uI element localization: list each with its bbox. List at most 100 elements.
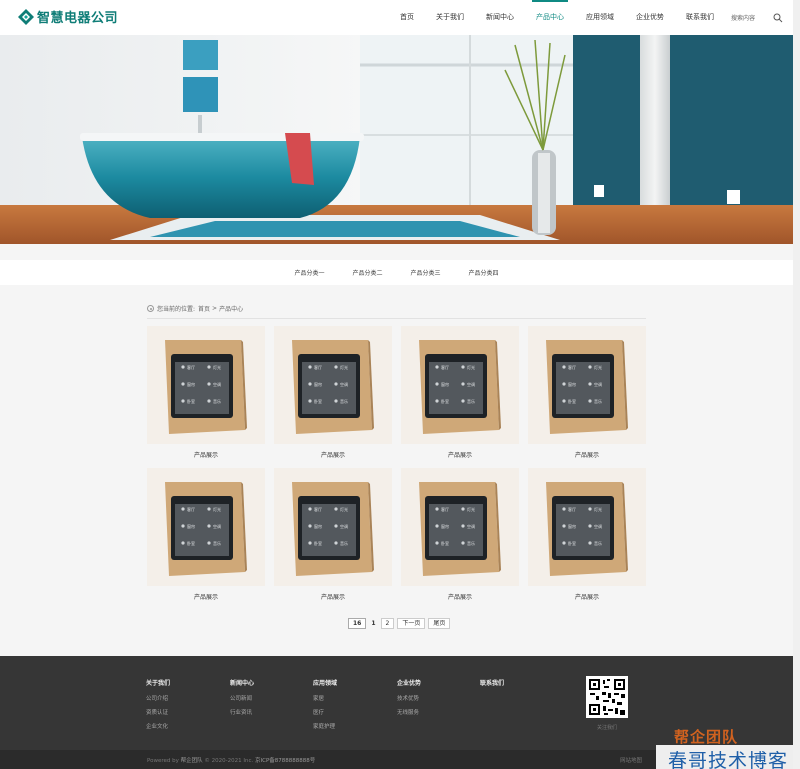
product-caption[interactable]: 产品展示	[147, 592, 265, 601]
product-image[interactable]: 客厅 灯光 窗帘 空调 卧室 音乐	[274, 468, 392, 586]
product-image[interactable]: 客厅 灯光 窗帘 空调 卧室 音乐	[401, 326, 519, 444]
product-caption[interactable]: 产品展示	[274, 592, 392, 601]
product-image[interactable]: 客厅 灯光 窗帘 空调 卧室 音乐	[147, 326, 265, 444]
search-input[interactable]: 搜索内容	[731, 13, 755, 22]
product-image[interactable]: 客厅 灯光 窗帘 空调 卧室 音乐	[147, 468, 265, 586]
svg-text:窗帘: 窗帘	[568, 523, 576, 529]
logo-mark-icon	[18, 8, 34, 25]
breadcrumb-current[interactable]: 产品中心	[219, 304, 243, 313]
nav-advantages[interactable]: 企业优势	[636, 0, 664, 35]
product-caption[interactable]: 产品展示	[401, 450, 519, 459]
footer-link[interactable]: 公司介绍	[146, 694, 170, 702]
pager-page-2[interactable]: 2	[380, 618, 395, 629]
copyright-text: © 2020-2021 Inc.	[204, 758, 254, 764]
hero-banner	[0, 35, 793, 244]
svg-text:卧室: 卧室	[441, 398, 449, 404]
product-card[interactable]: 客厅 灯光 窗帘 空调 卧室 音乐产品展示	[147, 326, 265, 459]
product-caption[interactable]: 产品展示	[401, 592, 519, 601]
svg-text:灯光: 灯光	[467, 364, 475, 370]
product-card[interactable]: 客厅 灯光 窗帘 空调 卧室 音乐产品展示	[401, 468, 519, 601]
watermark: 帮企团队 春哥技术博客	[656, 726, 800, 769]
product-caption[interactable]: 产品展示	[274, 450, 392, 459]
svg-text:音乐: 音乐	[340, 398, 348, 404]
footer-link[interactable]: 行业资讯	[230, 708, 254, 716]
logo[interactable]: 智慧电器公司	[18, 7, 118, 26]
footer-column: 应用领域家居医疗家庭护理	[313, 678, 337, 736]
footer-column-title[interactable]: 企业优势	[397, 678, 421, 687]
svg-text:卧室: 卧室	[314, 540, 322, 546]
product-image[interactable]: 客厅 灯光 窗帘 空调 卧室 音乐	[528, 326, 646, 444]
footer-link[interactable]: 医疗	[313, 708, 337, 716]
sitemap-link[interactable]: 网站地图	[620, 756, 642, 764]
nav-products[interactable]: 产品中心	[531, 0, 568, 35]
svg-text:窗帘: 窗帘	[314, 381, 322, 387]
svg-text:窗帘: 窗帘	[314, 523, 322, 529]
qr-code	[586, 676, 628, 718]
powered-by-link[interactable]: 帮企团队	[181, 758, 203, 764]
svg-text:客厅: 客厅	[187, 506, 195, 512]
pager-next[interactable]: 下一页	[397, 618, 426, 629]
footer-link[interactable]: 家庭护理	[313, 722, 337, 730]
svg-text:卧室: 卧室	[314, 398, 322, 404]
product-card[interactable]: 客厅 灯光 窗帘 空调 卧室 音乐 产品展示	[274, 326, 392, 459]
breadcrumb-home[interactable]: 首页	[198, 304, 210, 313]
footer-link[interactable]: 公司新闻	[230, 694, 254, 702]
svg-text:客厅: 客厅	[441, 506, 449, 512]
category-bar: 产品分类一 产品分类二 产品分类三 产品分类四	[0, 260, 793, 285]
product-image[interactable]: 客厅 灯光 窗帘 空调 卧室 音乐	[528, 468, 646, 586]
svg-text:空调: 空调	[594, 523, 602, 529]
svg-text:客厅: 客厅	[314, 364, 322, 370]
pager-last[interactable]: 尾页	[428, 618, 451, 629]
svg-text:窗帘: 窗帘	[441, 381, 449, 387]
product-image[interactable]: 客厅 灯光 窗帘 空调 卧室 音乐	[401, 468, 519, 586]
qr-caption: 关注我们	[596, 725, 617, 731]
footer-link[interactable]: 资质认证	[146, 708, 170, 716]
product-card[interactable]: 客厅 灯光 窗帘 空调 卧室 音乐 产品展示	[401, 326, 519, 459]
category-tab-4[interactable]: 产品分类四	[469, 268, 499, 277]
pager-current: 1	[371, 620, 376, 627]
nav-applications[interactable]: 应用领域	[586, 0, 614, 35]
product-caption[interactable]: 产品展示	[147, 450, 265, 459]
product-caption[interactable]: 产品展示	[528, 450, 646, 459]
svg-text:窗帘: 窗帘	[187, 523, 195, 529]
category-tab-3[interactable]: 产品分类三	[411, 268, 441, 277]
site-header: 智慧电器公司 首页 关于我们 新闻中心 产品中心 应用领域 企业优势 联系我们 …	[0, 0, 793, 35]
nav-about[interactable]: 关于我们	[436, 0, 464, 35]
product-card[interactable]: 客厅 灯光 窗帘 空调 卧室 音乐产品展示	[274, 468, 392, 601]
nav-contact[interactable]: 联系我们	[686, 0, 714, 35]
bathroom-banner-image	[0, 35, 793, 244]
svg-text:窗帘: 窗帘	[441, 523, 449, 529]
logo-text: 智慧电器公司	[37, 11, 119, 26]
svg-text:窗帘: 窗帘	[568, 381, 576, 387]
footer-column-title[interactable]: 应用领域	[313, 678, 337, 687]
search-icon[interactable]	[773, 13, 783, 23]
svg-text:灯光: 灯光	[594, 506, 602, 512]
product-image[interactable]: 客厅 灯光 窗帘 空调 卧室 音乐	[274, 326, 392, 444]
footer-column-title[interactable]: 关于我们	[146, 678, 170, 687]
pager-total: 16	[348, 618, 367, 629]
footer-link[interactable]: 家居	[313, 694, 337, 702]
nav-home[interactable]: 首页	[400, 0, 414, 35]
scrollbar[interactable]	[793, 0, 800, 769]
footer-column-title[interactable]: 新闻中心	[230, 678, 254, 687]
category-tab-1[interactable]: 产品分类一	[294, 268, 324, 277]
product-card[interactable]: 客厅 灯光 窗帘 空调 卧室 音乐 产品展示	[528, 468, 646, 601]
svg-text:灯光: 灯光	[213, 506, 221, 512]
watermark-bottom-band: 春哥技术博客	[656, 745, 800, 769]
product-caption[interactable]: 产品展示	[528, 592, 646, 601]
svg-text:音乐: 音乐	[594, 540, 602, 546]
footer-column: 企业优势技术优势无线服务	[397, 678, 421, 722]
icp-link[interactable]: 京ICP备8788888888号	[255, 758, 315, 764]
svg-text:音乐: 音乐	[467, 398, 475, 404]
category-tab-2[interactable]: 产品分类二	[352, 268, 382, 277]
footer-column-title[interactable]: 联系我们	[480, 678, 504, 687]
svg-text:音乐: 音乐	[213, 540, 221, 546]
footer-link[interactable]: 无线服务	[397, 708, 421, 716]
nav-news[interactable]: 新闻中心	[486, 0, 514, 35]
footer-link[interactable]: 技术优势	[397, 694, 421, 702]
product-card[interactable]: 客厅 灯光 窗帘 空调 卧室 音乐 产品展示	[147, 468, 265, 601]
product-card[interactable]: 客厅 灯光 窗帘 空调 卧室 音乐产品展示	[528, 326, 646, 459]
svg-text:卧室: 卧室	[441, 540, 449, 546]
footer-column: 联系我们	[480, 678, 504, 694]
footer-link[interactable]: 企业文化	[146, 722, 170, 730]
